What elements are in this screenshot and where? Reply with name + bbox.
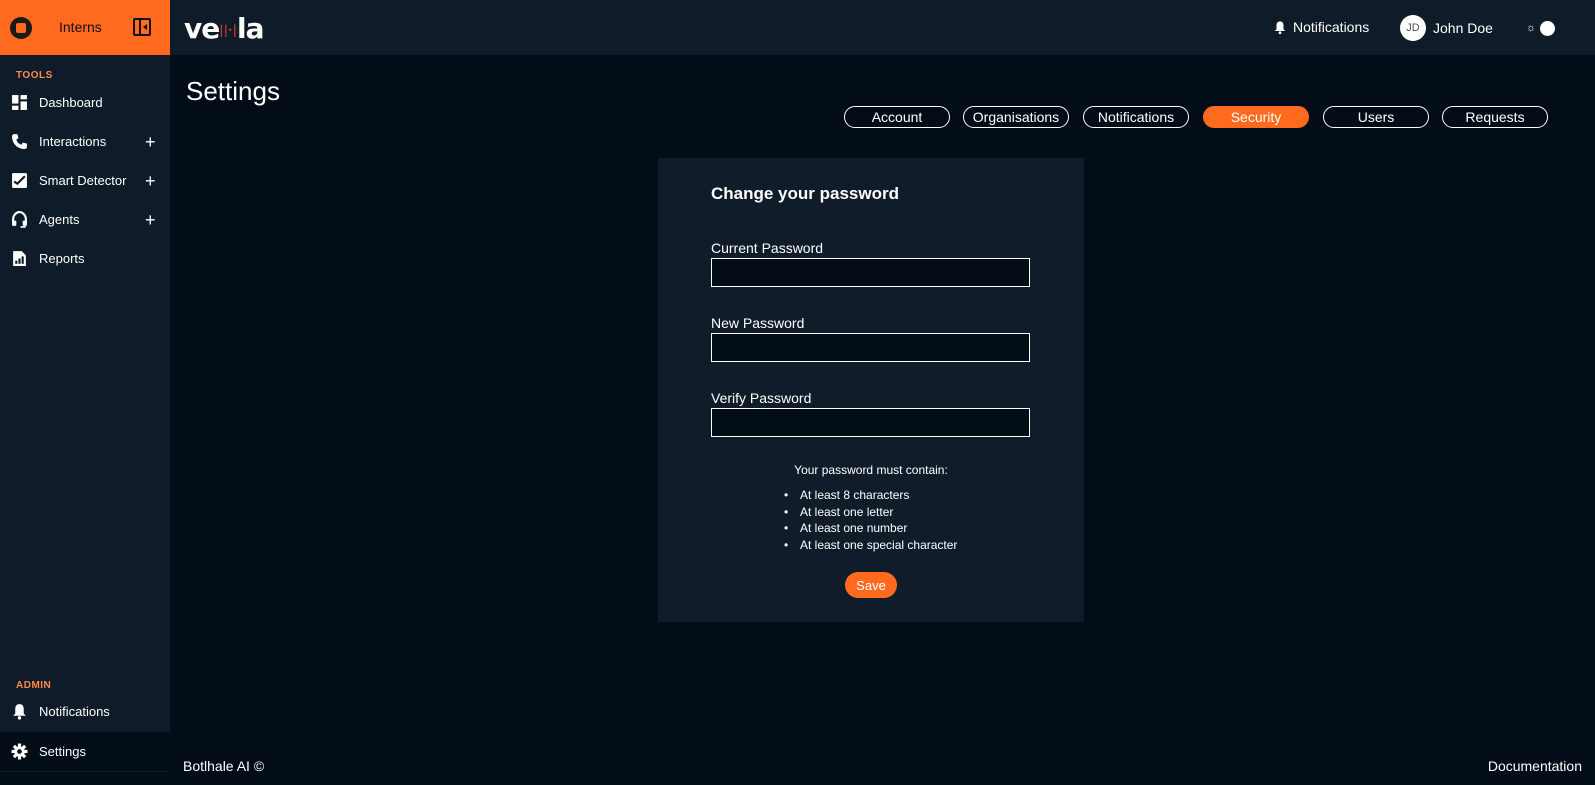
dashboard-icon bbox=[12, 95, 27, 110]
tools-section-label: TOOLS bbox=[16, 70, 53, 81]
tab-security[interactable]: Security bbox=[1203, 106, 1309, 128]
verify-password-label: Verify Password bbox=[711, 390, 812, 406]
sidebar-item-interactions[interactable]: Interactions + bbox=[0, 122, 170, 161]
sidebar-item-label: Settings bbox=[39, 744, 86, 759]
notifications-label: Notifications bbox=[1293, 19, 1370, 35]
save-button[interactable]: Save bbox=[845, 572, 897, 598]
avatar[interactable]: JD bbox=[1400, 15, 1426, 41]
sidebar-item-dashboard[interactable]: Dashboard bbox=[0, 83, 170, 122]
phone-icon bbox=[12, 134, 27, 149]
footer-copyright: Botlhale AI © bbox=[183, 758, 265, 774]
change-password-card: Change your password Current Password Ne… bbox=[658, 158, 1084, 622]
current-password-input[interactable] bbox=[711, 258, 1030, 287]
sidebar: Interns TOOLS Dashboard Interactions + S… bbox=[0, 0, 170, 772]
report-icon bbox=[13, 251, 26, 266]
expand-icon[interactable]: + bbox=[145, 133, 156, 151]
requirements-list: At least 8 characters At least one lette… bbox=[784, 488, 957, 554]
list-item: At least one special character bbox=[784, 538, 957, 555]
list-item: At least one number bbox=[784, 521, 957, 538]
user-name[interactable]: John Doe bbox=[1433, 20, 1493, 36]
tab-requests[interactable]: Requests bbox=[1442, 106, 1548, 128]
org-logo-icon bbox=[10, 16, 32, 39]
collapse-sidebar-icon[interactable] bbox=[133, 18, 151, 36]
headset-icon bbox=[12, 211, 27, 228]
tab-notifications[interactable]: Notifications bbox=[1083, 106, 1189, 128]
tab-organisations[interactable]: Organisations bbox=[963, 106, 1069, 128]
sidebar-item-label: Notifications bbox=[39, 704, 110, 719]
org-name: Interns bbox=[59, 19, 102, 35]
sidebar-item-reports[interactable]: Reports bbox=[0, 239, 170, 278]
documentation-link[interactable]: Documentation bbox=[1488, 758, 1582, 774]
sidebar-item-settings[interactable]: Settings bbox=[0, 732, 170, 771]
bell-icon bbox=[13, 704, 26, 720]
sidebar-item-agents[interactable]: Agents + bbox=[0, 200, 170, 239]
sidebar-item-label: Reports bbox=[39, 251, 85, 266]
new-password-input[interactable] bbox=[711, 333, 1030, 362]
waveform-icon: ||·| bbox=[219, 23, 237, 37]
verify-password-input[interactable] bbox=[711, 408, 1030, 437]
list-item: At least one letter bbox=[784, 505, 957, 522]
topbar: ve||·|la Notifications JD John Doe ☼ bbox=[170, 0, 1595, 55]
toggle-knob bbox=[1540, 21, 1555, 36]
theme-toggle[interactable]: ☼ bbox=[1526, 20, 1556, 36]
list-item: At least 8 characters bbox=[784, 488, 957, 505]
sidebar-item-label: Interactions bbox=[39, 134, 107, 149]
gear-icon bbox=[11, 743, 28, 760]
page-title: Settings bbox=[186, 76, 280, 106]
bell-icon bbox=[1274, 20, 1286, 34]
card-title: Change your password bbox=[711, 184, 899, 203]
tab-account[interactable]: Account bbox=[844, 106, 950, 128]
brand-bar: Interns bbox=[0, 0, 170, 55]
sidebar-item-smart-detector[interactable]: Smart Detector + bbox=[0, 161, 170, 200]
expand-icon[interactable]: + bbox=[145, 172, 156, 190]
new-password-label: New Password bbox=[711, 315, 805, 331]
expand-icon[interactable]: + bbox=[145, 211, 156, 229]
sidebar-item-notifications[interactable]: Notifications bbox=[0, 692, 170, 731]
vela-logo[interactable]: ve||·|la bbox=[184, 12, 264, 45]
admin-section-label: ADMIN bbox=[16, 680, 52, 691]
requirements-title: Your password must contain: bbox=[794, 463, 948, 477]
sidebar-item-label: Dashboard bbox=[39, 95, 103, 110]
sidebar-item-label: Agents bbox=[39, 212, 80, 227]
sun-icon: ☼ bbox=[1526, 22, 1537, 34]
current-password-label: Current Password bbox=[711, 240, 824, 256]
sidebar-item-label: Smart Detector bbox=[39, 173, 127, 188]
notifications-button[interactable]: Notifications bbox=[1273, 19, 1369, 35]
tab-users[interactable]: Users bbox=[1323, 106, 1429, 128]
chart-check-icon bbox=[12, 173, 27, 188]
